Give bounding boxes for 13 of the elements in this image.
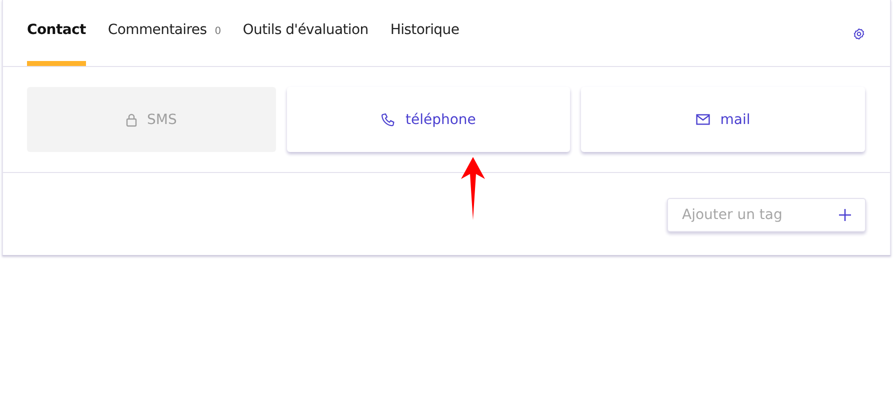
mail-icon	[696, 114, 710, 125]
tab[interactable]: Commentaires 0	[108, 0, 221, 66]
lock-icon	[126, 112, 138, 126]
phone-icon	[381, 112, 396, 126]
mail-button[interactable]: mail	[581, 87, 866, 152]
tab[interactable]: Historique	[390, 0, 460, 66]
tab-count: 0	[214, 26, 221, 37]
tag-input-field[interactable]: Ajouter un tag	[667, 198, 866, 232]
settings-icon[interactable]	[853, 28, 865, 40]
tab[interactable]: Outils d'évaluation	[242, 0, 368, 66]
phone-button[interactable]: téléphone	[286, 87, 570, 152]
tab[interactable]: Contact	[27, 0, 86, 66]
plus-icon[interactable]	[839, 209, 851, 221]
